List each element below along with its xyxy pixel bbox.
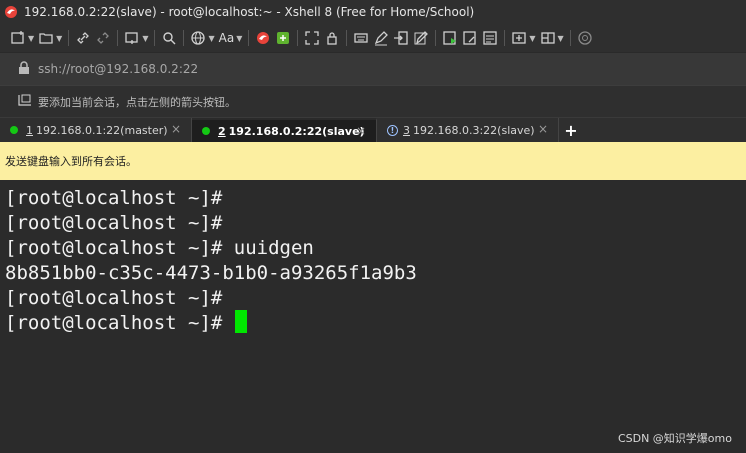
xftp-button[interactable] [275,27,291,49]
tab-session-1[interactable]: 1 192.168.0.1:22(master) × [0,118,192,142]
search-icon [163,32,176,45]
toolbar-separator [569,30,571,46]
script-run-icon [443,31,457,45]
toolbar-separator [154,30,156,46]
hint-text: 要添加当前会话，点击左侧的箭头按钮。 [38,95,236,109]
tab-number: 1 [26,123,33,137]
tab-bar: 1 192.168.0.1:22(master) × 2 192.168.0.2… [0,117,746,142]
window-add-icon [125,32,138,44]
toolbar-separator [435,30,437,46]
connect-button[interactable] [75,27,91,49]
tab-add-icon [512,32,526,44]
tab-label: 192.168.0.1:22(master) [36,123,168,137]
close-icon[interactable]: × [538,122,548,136]
address-url[interactable]: ssh://root@192.168.0.2:22 [38,62,198,76]
lock-button[interactable] [324,27,340,49]
new-session-icon [11,31,24,44]
log-button[interactable] [482,27,498,49]
lock-icon [18,60,30,78]
tab-label: 192.168.0.2:22(slave) [228,124,365,138]
toolbar-separator [346,30,348,46]
encoding-button[interactable]: ▼ [190,27,215,49]
help-icon [578,31,592,45]
send-to-all-text: 发送键盘输入到所有会话。 [5,155,137,168]
tab-session-3[interactable]: ! 3 192.168.0.3:22(slave) × [377,118,559,142]
globe-icon [191,31,206,45]
close-icon[interactable]: × [171,122,181,136]
toolbar-separator [117,30,119,46]
highlight-button[interactable] [373,27,389,49]
xftp-icon [277,32,290,44]
folder-icon [39,33,53,44]
terminal-prompt: [root@localhost ~]# [5,312,234,334]
compose-icon [414,31,429,45]
find-button[interactable] [161,27,177,49]
add-session-arrow-icon[interactable] [18,93,32,110]
open-folder-button[interactable]: ▼ [38,27,62,49]
new-tab-button[interactable]: ▼ [511,27,536,49]
fullscreen-icon [305,31,319,45]
terminal[interactable]: [root@localhost ~]# [root@localhost ~]# … [0,180,746,453]
xshell-button[interactable] [255,27,271,49]
toolbar-separator [297,30,299,46]
script-button[interactable] [442,27,458,49]
pen-icon [375,31,389,46]
terminal-line: 8b851bb0-c35c-4473-b1b0-a93265f1a9b3 [5,262,417,284]
info-icon: ! [387,124,398,136]
tab-label: 192.168.0.3:22(slave) [413,123,535,137]
xshell-logo-icon [4,5,18,19]
toolbar-separator [183,30,185,46]
title-bar: 192.168.0.2:22(slave) - root@localhost:~… [0,0,746,24]
fullscreen-button[interactable] [304,27,320,49]
keyboard-button[interactable] [353,27,369,49]
terminal-line: [root@localhost ~]# [5,212,223,234]
connected-status-icon [202,127,210,135]
send-icon [394,31,408,45]
layout-icon [540,32,555,44]
terminal-cursor [234,310,247,333]
toolbar-separator [504,30,506,46]
font-button[interactable]: Aa ▼ [219,27,243,49]
watermark: CSDN @知识学爆omo [617,432,732,445]
connected-status-icon [10,126,18,134]
compose-button[interactable] [413,27,429,49]
toolbar-separator [248,30,250,46]
unlink-icon [97,32,110,44]
send-to-all-bar: 发送键盘输入到所有会话。 [0,142,746,180]
send-button[interactable] [393,27,409,49]
address-bar[interactable]: ssh://root@192.168.0.2:22 [0,52,746,85]
log-icon [483,31,497,45]
help-button[interactable] [577,27,593,49]
close-icon[interactable]: × [356,124,366,138]
font-label: Aa [218,31,235,45]
add-tab-button[interactable]: + [559,118,583,142]
xshell-icon [257,32,270,44]
tab-number: 2 [218,124,226,138]
new-session-button[interactable]: ▼ [10,27,34,49]
terminal-prompt-line: [root@localhost ~]# [5,310,746,336]
session-manager-button[interactable]: ▼ [124,27,148,49]
script-edit-icon [463,31,476,45]
terminal-line: [root@localhost ~]# [5,187,223,209]
toolbar: ▼ ▼ ▼ ▼ Aa ▼ ▼ ▼ [0,24,746,52]
link-icon [77,32,90,44]
terminal-line: [root@localhost ~]# [5,287,223,309]
hint-bar: 要添加当前会话，点击左侧的箭头按钮。 [0,85,746,117]
layout-button[interactable]: ▼ [540,27,564,49]
disconnect-button[interactable] [95,27,111,49]
terminal-line: [root@localhost ~]# uuidgen [5,237,314,259]
script-edit-button[interactable] [462,27,478,49]
tab-number: 3 [403,123,410,137]
window-title: 192.168.0.2:22(slave) - root@localhost:~… [24,5,475,19]
keyboard-icon [354,33,368,43]
tab-session-2[interactable]: 2 192.168.0.2:22(slave) × [192,118,377,142]
toolbar-separator [68,30,70,46]
lock-icon [327,32,337,45]
